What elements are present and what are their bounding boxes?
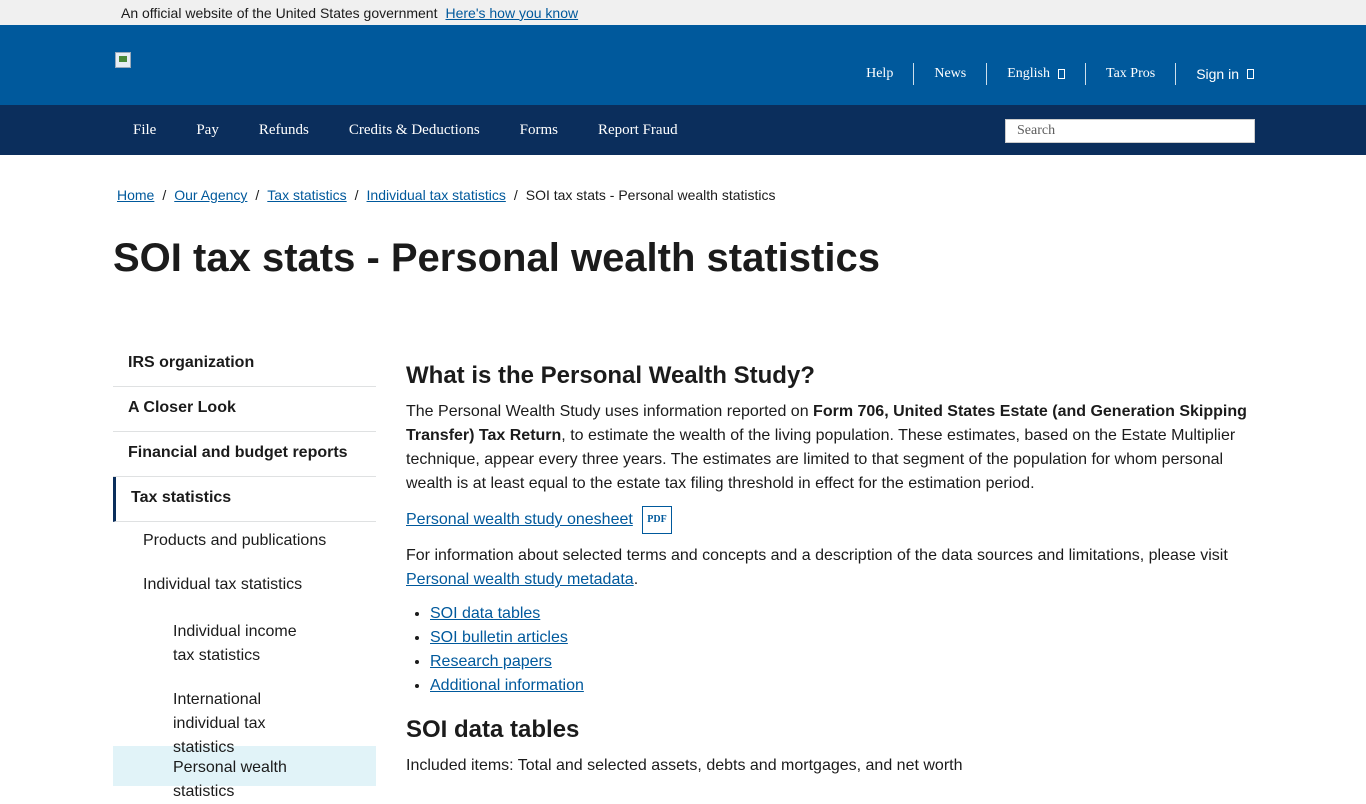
utility-nav: Help News English Tax Pros Sign in: [846, 63, 1254, 85]
sidebar-item-irs-organization[interactable]: IRS organization: [113, 342, 376, 387]
list-item: Research papers: [430, 650, 1252, 674]
list-item: SOI data tables: [430, 602, 1252, 626]
sidebar-item-a-closer-look[interactable]: A Closer Look: [113, 387, 376, 432]
nav-credits-deductions[interactable]: Credits & Deductions: [329, 122, 500, 139]
nav-refunds[interactable]: Refunds: [239, 122, 329, 139]
chevron-down-icon: [1058, 69, 1065, 79]
section-heading-what-is: What is the Personal Wealth Study?: [406, 362, 815, 389]
sidebar-item-tax-statistics[interactable]: Tax statistics: [113, 477, 376, 522]
section-link-list: SOI data tables SOI bulletin articles Re…: [406, 602, 1252, 698]
sidebar-nav: IRS organization A Closer Look Financial…: [113, 342, 376, 800]
metadata-text: For information about selected terms and…: [406, 547, 1228, 564]
main-nav: File Pay Refunds Credits & Deductions Fo…: [0, 105, 1366, 155]
breadcrumb-tax-statistics[interactable]: Tax statistics: [267, 187, 346, 203]
breadcrumb-individual-tax-statistics[interactable]: Individual tax statistics: [367, 187, 506, 203]
section-heading-soi-data-tables: SOI data tables: [406, 716, 580, 743]
nav-forms[interactable]: Forms: [500, 122, 578, 139]
soi-bulletin-articles-link[interactable]: SOI bulletin articles: [430, 629, 568, 646]
nav-file[interactable]: File: [113, 122, 176, 139]
breadcrumb-separator: /: [255, 187, 260, 203]
intro-paragraph: The Personal Wealth Study uses informati…: [406, 400, 1252, 496]
research-papers-link[interactable]: Research papers: [430, 653, 552, 670]
onesheet-paragraph: Personal wealth study onesheet PDF: [406, 506, 1252, 534]
breadcrumb: Home / Our Agency / Tax statistics / Ind…: [117, 187, 776, 203]
news-link[interactable]: News: [913, 63, 986, 85]
sidebar-item-products-publications[interactable]: Products and publications: [113, 522, 376, 566]
breadcrumb-separator: /: [162, 187, 167, 203]
tax-pros-label: Tax Pros: [1106, 66, 1156, 81]
page-title: SOI tax stats - Personal wealth statisti…: [113, 236, 880, 280]
soi-data-tables-link[interactable]: SOI data tables: [430, 605, 540, 622]
sidebar-item-individual-income-tax-statistics[interactable]: Individual income tax statistics: [113, 610, 376, 678]
help-link[interactable]: Help: [846, 63, 913, 85]
additional-information-link[interactable]: Additional information: [430, 677, 584, 694]
gov-banner: An official website of the United States…: [0, 0, 1366, 25]
sidebar-item-international-individual-tax-statistics[interactable]: International individual tax statistics: [113, 678, 376, 756]
nav-pay[interactable]: Pay: [176, 122, 239, 139]
sidebar-item-personal-wealth-statistics[interactable]: Personal wealth statistics: [113, 746, 376, 800]
search-input[interactable]: Search: [1005, 119, 1255, 143]
sign-in-link[interactable]: Sign in: [1175, 63, 1254, 85]
metadata-link[interactable]: Personal wealth study metadata: [406, 571, 634, 588]
news-label: News: [934, 66, 967, 81]
gov-banner-text: An official website of the United States…: [121, 4, 438, 21]
breadcrumb-our-agency[interactable]: Our Agency: [174, 187, 247, 203]
metadata-paragraph: For information about selected terms and…: [406, 547, 1228, 588]
pdf-badge: PDF: [642, 506, 672, 534]
help-label: Help: [866, 66, 894, 81]
breadcrumb-separator: /: [354, 187, 359, 203]
irs-logo-icon[interactable]: [115, 52, 131, 68]
intro-text: The Personal Wealth Study uses informati…: [406, 403, 814, 420]
included-items-paragraph: Included items: Total and selected asset…: [406, 757, 963, 774]
list-item: SOI bulletin articles: [430, 626, 1252, 650]
sidebar-item-financial-budget-reports[interactable]: Financial and budget reports: [113, 432, 376, 477]
language-selector[interactable]: English: [986, 63, 1085, 85]
nav-report-fraud[interactable]: Report Fraud: [578, 122, 698, 139]
how-you-know-link[interactable]: Here's how you know: [445, 5, 578, 21]
sidebar-item-individual-tax-statistics[interactable]: Individual tax statistics: [113, 566, 376, 610]
onesheet-link[interactable]: Personal wealth study onesheet: [406, 511, 633, 528]
list-item: Additional information: [430, 674, 1252, 698]
tax-pros-link[interactable]: Tax Pros: [1085, 63, 1175, 85]
breadcrumb-separator: /: [513, 187, 518, 203]
language-label: English: [1007, 66, 1050, 81]
external-link-icon: [1247, 69, 1254, 79]
sign-in-label: Sign in: [1196, 66, 1239, 82]
site-header: Help News English Tax Pros Sign in: [0, 25, 1366, 105]
breadcrumb-home[interactable]: Home: [117, 187, 154, 203]
main-content: What is the Personal Wealth Study? The P…: [406, 362, 1252, 788]
breadcrumb-current: SOI tax stats - Personal wealth statisti…: [525, 187, 776, 203]
